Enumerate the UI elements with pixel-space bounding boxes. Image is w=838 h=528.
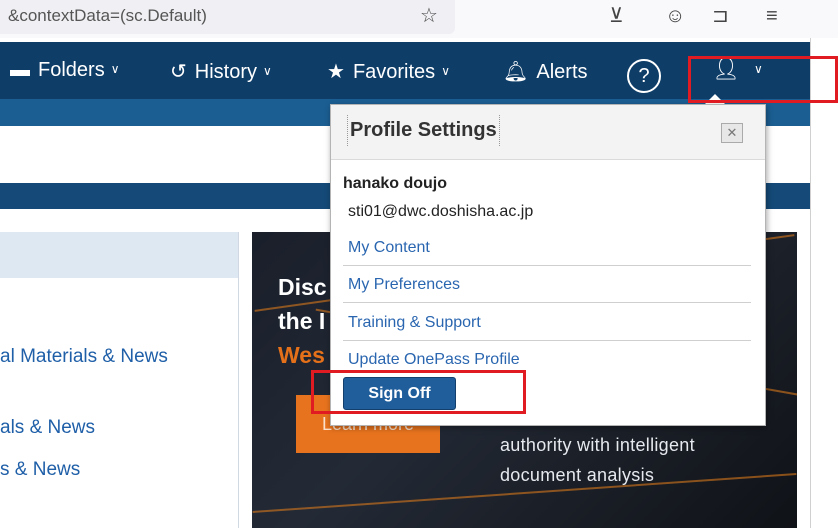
highlight-box-sign-off [311, 370, 526, 414]
nav-alerts-label: Alerts [536, 61, 588, 83]
nav-folders-label: Folders [38, 59, 105, 81]
divider [343, 265, 751, 266]
promo-title-line: Disc [278, 274, 327, 300]
nav-alerts[interactable]: 🔔︎ Alerts [503, 59, 588, 84]
chevron-down-icon: ∨ [110, 62, 120, 76]
left-panel: al Materials & News als & News s & News [0, 232, 239, 528]
nav-history[interactable]: ↺ History ∨ [170, 59, 272, 84]
star-icon: ★ [327, 61, 345, 83]
pocket-icon[interactable]: ⊻ [609, 5, 624, 27]
chevron-down-icon: ∨ [441, 64, 450, 78]
my-content-link[interactable]: My Content [348, 239, 430, 257]
my-preferences-link[interactable]: My Preferences [348, 276, 460, 294]
training-support-link[interactable]: Training & Support [348, 314, 481, 332]
divider [343, 340, 751, 341]
promo-title-line: Wes [278, 342, 325, 368]
folder-icon: ▬ [10, 59, 30, 81]
chevron-down-icon: ∨ [263, 64, 272, 78]
bookmark-star-icon[interactable]: ☆ [420, 5, 438, 27]
promo-title-line: the I [278, 308, 326, 334]
promo-text-line: document analysis [500, 465, 655, 485]
nav-history-label: History [194, 61, 257, 83]
left-link[interactable]: s & News [0, 459, 80, 481]
browser-toolbar: &contextData=(sc.Default) ☆ ⊻ ☺ ⊐ ≡ [0, 0, 838, 38]
close-icon[interactable]: ✕ [721, 123, 743, 143]
bell-icon: 🔔︎ [503, 61, 529, 83]
scrollbar-area[interactable] [810, 38, 838, 528]
url-field[interactable]: &contextData=(sc.Default) [0, 0, 455, 34]
left-link[interactable]: als & News [0, 417, 95, 439]
help-button[interactable]: ? [627, 59, 661, 93]
highlight-box-user-menu [688, 56, 838, 103]
update-onepass-link[interactable]: Update OnePass Profile [348, 351, 520, 369]
nav-folders[interactable]: ▬ Folders ∨ [10, 59, 120, 82]
promo-text-line: authority with intelligent [500, 435, 695, 455]
left-panel-header [0, 232, 238, 278]
popup-header: Profile Settings ✕ [331, 105, 765, 160]
user-email: sti01@dwc.doshisha.ac.jp [348, 203, 534, 220]
nav-favorites-label: Favorites [352, 61, 436, 83]
left-link[interactable]: al Materials & News [0, 346, 168, 368]
user-name: hanako doujo [343, 175, 447, 192]
nav-favorites[interactable]: ★ Favorites ∨ [327, 59, 450, 84]
extensions-icon[interactable]: ⊐ [712, 5, 729, 27]
account-icon[interactable]: ☺ [665, 5, 685, 27]
url-text: &contextData=(sc.Default) [8, 6, 207, 25]
menu-icon[interactable]: ≡ [766, 5, 778, 27]
history-icon: ↺ [170, 61, 187, 83]
divider [343, 302, 751, 303]
popup-title: Profile Settings [347, 115, 500, 146]
